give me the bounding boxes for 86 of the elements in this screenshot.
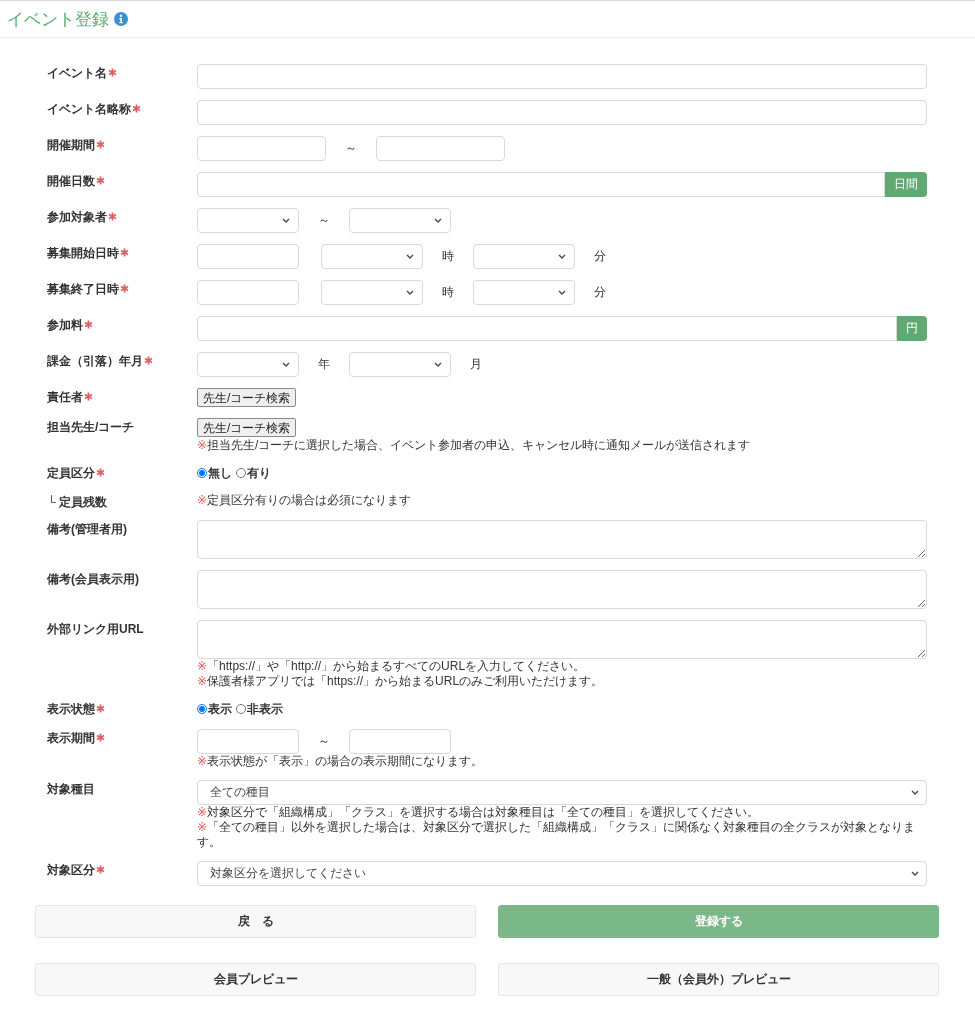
- note-text: ※対象区分で「組織構成」「クラス」を選択する場合は対象種目は「全ての種目」を選択してください。: [197, 805, 761, 820]
- field-label: 対象区分: [47, 863, 95, 877]
- date-field[interactable]: [197, 136, 326, 161]
- field-label: 備考(会員表示用): [47, 572, 139, 586]
- unit-label: 年: [317, 356, 331, 373]
- unit-label: 分: [593, 248, 607, 265]
- chevron-down-icon: [558, 254, 566, 259]
- action-button[interactable]: 会員プレビュー: [35, 963, 476, 996]
- note-text: ※保護者様アプリでは「https://」から始まるURLのみご利用いただけます。: [197, 674, 605, 689]
- note-text: ※「全ての種目」以外を選択した場合は、対象区分で選択した「組織構成」「クラス」に関係なく対象種目の全クラスが対象となります。: [197, 820, 917, 850]
- action-button[interactable]: 一般（会員外）プレビュー: [498, 963, 939, 996]
- text-field[interactable]: [197, 172, 885, 197]
- select-field[interactable]: [473, 280, 575, 305]
- field-label: 表示状態: [47, 702, 95, 716]
- field-label: 担当先生/コーチ: [47, 420, 135, 434]
- text-area[interactable]: [197, 520, 927, 559]
- field-label: 参加料: [47, 318, 83, 332]
- range-separator: ～: [317, 212, 331, 229]
- text-field[interactable]: [197, 100, 927, 125]
- chevron-down-icon: [434, 218, 442, 223]
- note-text: ※担当先生/コーチに選択した場合、イベント参加者の申込、キャンセル時に通知メールが送信されます: [197, 438, 752, 453]
- unit-addon: 日間: [885, 172, 927, 197]
- select-field[interactable]: 対象区分を選択してください: [197, 861, 927, 886]
- field-label: 募集開始日時: [47, 246, 119, 260]
- radio-button[interactable]: [197, 704, 207, 714]
- select-field[interactable]: [349, 208, 451, 233]
- unit-label: 月: [469, 356, 483, 373]
- date-field[interactable]: [376, 136, 505, 161]
- radio-button[interactable]: [236, 704, 246, 714]
- radio-label[interactable]: 無し: [208, 464, 232, 482]
- select-field[interactable]: [197, 352, 299, 377]
- text-field[interactable]: [349, 729, 451, 754]
- radio-button[interactable]: [236, 468, 246, 478]
- range-separator: ～: [344, 140, 358, 157]
- unit-addon: 円: [897, 316, 927, 341]
- chevron-down-icon: [282, 218, 290, 223]
- field-label: 責任者: [47, 390, 83, 404]
- field-label: 表示期間: [47, 731, 95, 745]
- text-area[interactable]: [197, 570, 927, 609]
- text-field[interactable]: [197, 280, 299, 305]
- chevron-down-icon: [911, 790, 919, 795]
- field-label: 参加対象者: [47, 210, 107, 224]
- chevron-down-icon: [282, 362, 290, 367]
- unit-label: 時: [441, 284, 455, 301]
- radio-label[interactable]: 有り: [247, 464, 271, 482]
- chevron-down-icon: [911, 871, 919, 876]
- field-label: 募集終了日時: [47, 282, 119, 296]
- note-text: ※表示状態が「表示」の場合の表示期間になります。: [197, 754, 485, 769]
- field-label: 定員区分: [47, 466, 95, 480]
- select-field[interactable]: [349, 352, 451, 377]
- field-label: 課金（引落）年月: [47, 354, 143, 368]
- chevron-down-icon: [406, 254, 414, 259]
- chevron-down-icon: [558, 290, 566, 295]
- radio-button[interactable]: [197, 468, 207, 478]
- field-label: 開催期間: [47, 138, 95, 152]
- text-field[interactable]: [197, 316, 897, 341]
- field-label: 開催日数: [47, 174, 95, 188]
- search-button[interactable]: 先生/コーチ検索: [197, 418, 297, 437]
- info-icon[interactable]: [114, 12, 128, 26]
- note-text: ※定員区分有りの場合は必須になります: [197, 493, 413, 508]
- field-label: イベント名略称: [47, 102, 131, 116]
- text-field[interactable]: [197, 244, 299, 269]
- text-field[interactable]: [197, 64, 927, 89]
- radio-label[interactable]: 表示: [208, 700, 232, 718]
- action-button[interactable]: 戻 る: [35, 905, 476, 938]
- field-label: 備考(管理者用): [47, 522, 127, 536]
- chevron-down-icon: [434, 362, 442, 367]
- search-button[interactable]: 先生/コーチ検索: [197, 388, 297, 407]
- field-label: 対象種目: [47, 782, 95, 796]
- select-field[interactable]: [197, 208, 299, 233]
- text-area[interactable]: [197, 620, 927, 659]
- range-separator: ～: [317, 733, 331, 750]
- select-field[interactable]: 全ての種目: [197, 780, 927, 805]
- text-field[interactable]: [197, 729, 299, 754]
- select-field[interactable]: [473, 244, 575, 269]
- unit-label: 時: [441, 248, 455, 265]
- field-label: イベント名: [47, 66, 107, 80]
- chevron-down-icon: [406, 290, 414, 295]
- select-field[interactable]: [321, 244, 423, 269]
- radio-label[interactable]: 非表示: [247, 700, 283, 718]
- field-label: └ 定員残数: [47, 495, 107, 509]
- note-text: ※「https://」や「http://」から始まるすべてのURLを入力してください。: [197, 659, 587, 674]
- select-field[interactable]: [321, 280, 423, 305]
- page-title: イベント登録: [7, 8, 109, 31]
- field-label: 外部リンク用URL: [47, 622, 144, 636]
- unit-label: 分: [593, 284, 607, 301]
